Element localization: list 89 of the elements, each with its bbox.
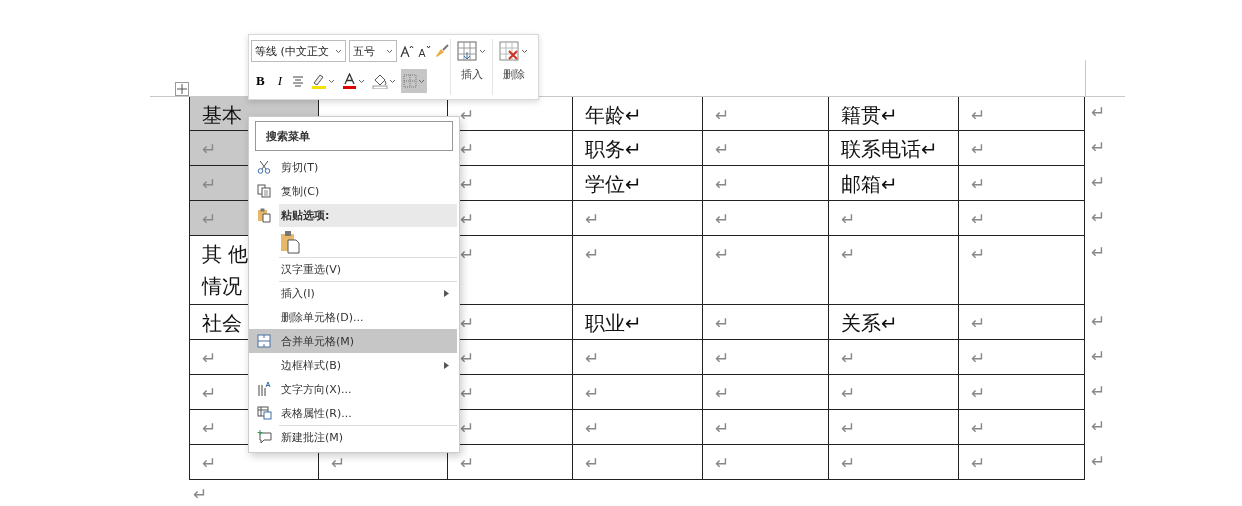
table-cell: ↵ [829, 340, 959, 375]
table-cell: 职业↵ [573, 305, 703, 340]
table-cell: ↵ [959, 340, 1085, 375]
row-end-mark: ↵ [1090, 136, 1106, 159]
table-cell: ↵ [703, 375, 829, 410]
row-end-mark: ↵ [1090, 171, 1106, 194]
table-cell: ↵ [573, 410, 703, 445]
table-cell: ↵ [959, 96, 1085, 131]
clipboard-icon [257, 207, 271, 223]
row-end-mark: ↵ [1090, 380, 1106, 403]
row-end-mark: ↵ [1090, 345, 1106, 368]
row-end-mark: ↵ [1090, 241, 1106, 264]
scissors-icon [257, 160, 271, 174]
row-end-mark: ↵ [1090, 415, 1106, 438]
table-move-handle[interactable] [175, 82, 189, 96]
table-cell: ↵ [959, 166, 1085, 201]
table-insert-icon [457, 41, 477, 61]
table-cell: ↵ [959, 410, 1085, 445]
highlighter-icon [311, 73, 327, 89]
paragraph-mark: ↵ [193, 484, 208, 504]
table-cell: ↵ [703, 305, 829, 340]
copy-icon [257, 184, 271, 198]
text-direction-icon [257, 381, 271, 397]
table-cell: ↵ [573, 201, 703, 236]
table-cell: 联系电话↵ [829, 131, 959, 166]
caret-icon [328, 78, 335, 84]
table-delete-icon [499, 41, 519, 61]
shrink-font-icon[interactable] [417, 44, 431, 58]
table-cell: ↵ [573, 340, 703, 375]
table-cell: ↵ [448, 445, 573, 480]
table-cell: ↵ [703, 340, 829, 375]
table-cell: ↵ [959, 236, 1085, 305]
table-cell: ↵ [959, 201, 1085, 236]
table-cell: 年龄↵ [573, 96, 703, 131]
caret-icon [389, 78, 396, 84]
table-cell: ↵ [829, 375, 959, 410]
caret-icon [521, 48, 528, 54]
table-cell: ↵ [573, 445, 703, 480]
caret-icon [358, 78, 365, 84]
table-properties-icon [256, 406, 272, 420]
table-cell: ↵ [829, 201, 959, 236]
table-cell: ↵ [829, 236, 959, 305]
borders-icon [403, 74, 417, 88]
row-end-mark: ↵ [1090, 101, 1106, 124]
row-end-mark: ↵ [1090, 206, 1106, 229]
table-cell: 职务↵ [573, 131, 703, 166]
font-size-dropdown[interactable]: 五号 [349, 40, 397, 62]
format-painter-icon[interactable] [434, 44, 450, 58]
insert-table-button[interactable]: 插入 [450, 39, 492, 95]
table-cell: ↵ [703, 236, 829, 305]
submenu-arrow-icon [444, 361, 449, 369]
paste-option-button[interactable] [279, 230, 301, 254]
caret-icon [418, 78, 425, 84]
table-cell: 关系↵ [829, 305, 959, 340]
table-cell: 籍贯↵ [829, 96, 959, 131]
align-center-icon [292, 75, 304, 87]
merge-cells-icon [257, 334, 271, 348]
table-cell: ↵ [703, 410, 829, 445]
row-end-mark: ↵ [1090, 310, 1106, 333]
caret-icon [386, 48, 393, 54]
comment-icon [256, 430, 272, 444]
bold-button[interactable]: B [251, 69, 270, 93]
paint-bucket-icon [372, 73, 388, 89]
table-cell: ↵ [829, 410, 959, 445]
table-cell: ↵ [573, 375, 703, 410]
menu-item[interactable]: 合并单元格(M) [249, 329, 457, 353]
table-cell: ↵ [703, 96, 829, 131]
caret-icon [335, 48, 342, 54]
table-cell: ↵ [703, 131, 829, 166]
table-cell: ↵ [703, 166, 829, 201]
table-cell: ↵ [959, 305, 1085, 340]
grow-font-icon[interactable] [400, 44, 414, 58]
table-cell: 学位↵ [573, 166, 703, 201]
menu-search-field[interactable]: 搜索菜单 [255, 121, 453, 151]
caret-icon [479, 48, 486, 54]
table-cell: ↵ [829, 445, 959, 480]
table-cell: ↵ [703, 201, 829, 236]
delete-table-button[interactable]: 删除 [492, 39, 534, 95]
table-cell: ↵ [959, 131, 1085, 166]
table-cell: ↵ [959, 375, 1085, 410]
font-name-dropdown[interactable]: 等线 (中文正文 [251, 40, 346, 62]
table-cell: ↵ [959, 445, 1085, 480]
submenu-arrow-icon [444, 289, 449, 297]
row-end-mark: ↵ [1090, 450, 1106, 473]
table-cell: ↵ [573, 236, 703, 305]
font-color-icon [342, 73, 357, 89]
table-cell: 邮箱↵ [829, 166, 959, 201]
italic-button[interactable]: I [272, 69, 287, 93]
table-cell: ↵ [703, 445, 829, 480]
